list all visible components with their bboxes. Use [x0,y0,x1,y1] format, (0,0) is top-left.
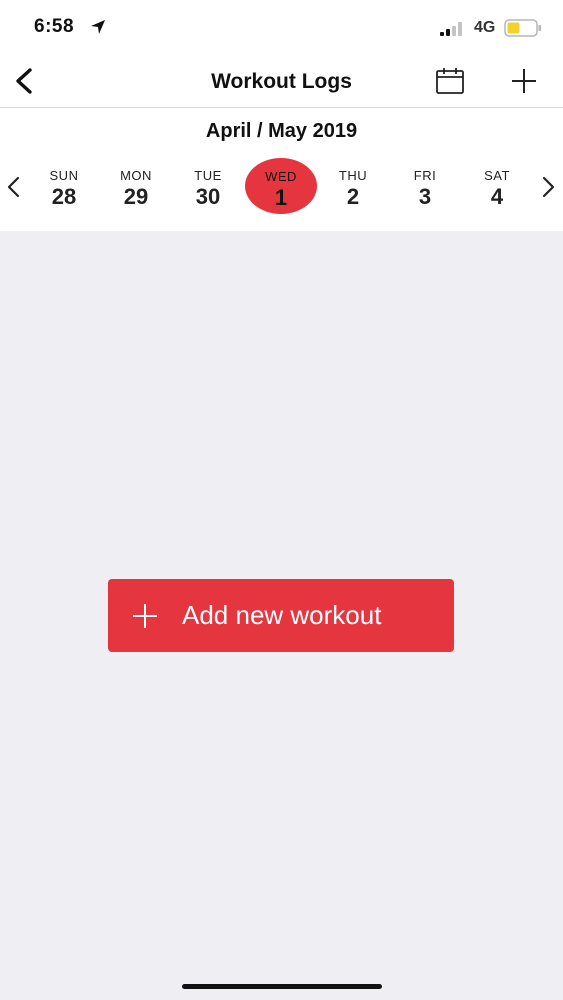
day-of-week: MON [120,168,152,183]
location-arrow-icon [91,20,105,34]
day-of-week: SAT [484,168,510,183]
week-selector: April / May 2019 SUN 28 MON 29 TUE 30 WE… [0,108,563,231]
day-sun[interactable]: SUN 28 [28,164,100,220]
day-of-week: THU [338,168,368,183]
plus-icon [133,603,157,628]
status-bar: 6:58 4G [0,0,563,56]
day-thu[interactable]: THU 2 [317,164,389,220]
nav-bar: Workout Logs [0,56,563,108]
status-time: 6:58 [34,16,75,37]
network-label: 4G [474,19,496,36]
day-number: 30 [195,184,221,209]
day-sat[interactable]: SAT 4 [461,164,533,220]
month-label: April / May 2019 [205,120,358,142]
day-number: 2 [346,184,360,209]
chevron-left-icon[interactable] [2,174,26,200]
chevron-right-icon[interactable] [536,174,560,200]
calendar-icon[interactable] [434,66,466,96]
add-new-workout-button[interactable]: Add new workout [108,579,454,652]
plus-icon[interactable] [508,66,540,96]
day-fri[interactable]: FRI 3 [389,164,461,220]
day-number: 3 [418,184,432,209]
day-number: 4 [490,184,504,209]
day-of-week: TUE [194,168,222,183]
day-of-week: WED [265,169,297,184]
day-mon[interactable]: MON 29 [100,164,172,220]
day-wed-selected[interactable]: WED 1 [245,158,317,214]
day-number: 28 [51,184,77,209]
day-tue[interactable]: TUE 30 [172,164,244,220]
day-of-week: SUN [49,168,79,183]
day-number: 29 [123,184,149,209]
day-of-week: FRI [413,168,437,183]
home-indicator [182,984,382,989]
signal-bars-icon [440,22,462,36]
page-title: Workout Logs [211,70,352,93]
battery-icon [504,19,541,37]
add-new-workout-label: Add new workout [182,600,382,630]
day-number: 1 [274,185,288,210]
